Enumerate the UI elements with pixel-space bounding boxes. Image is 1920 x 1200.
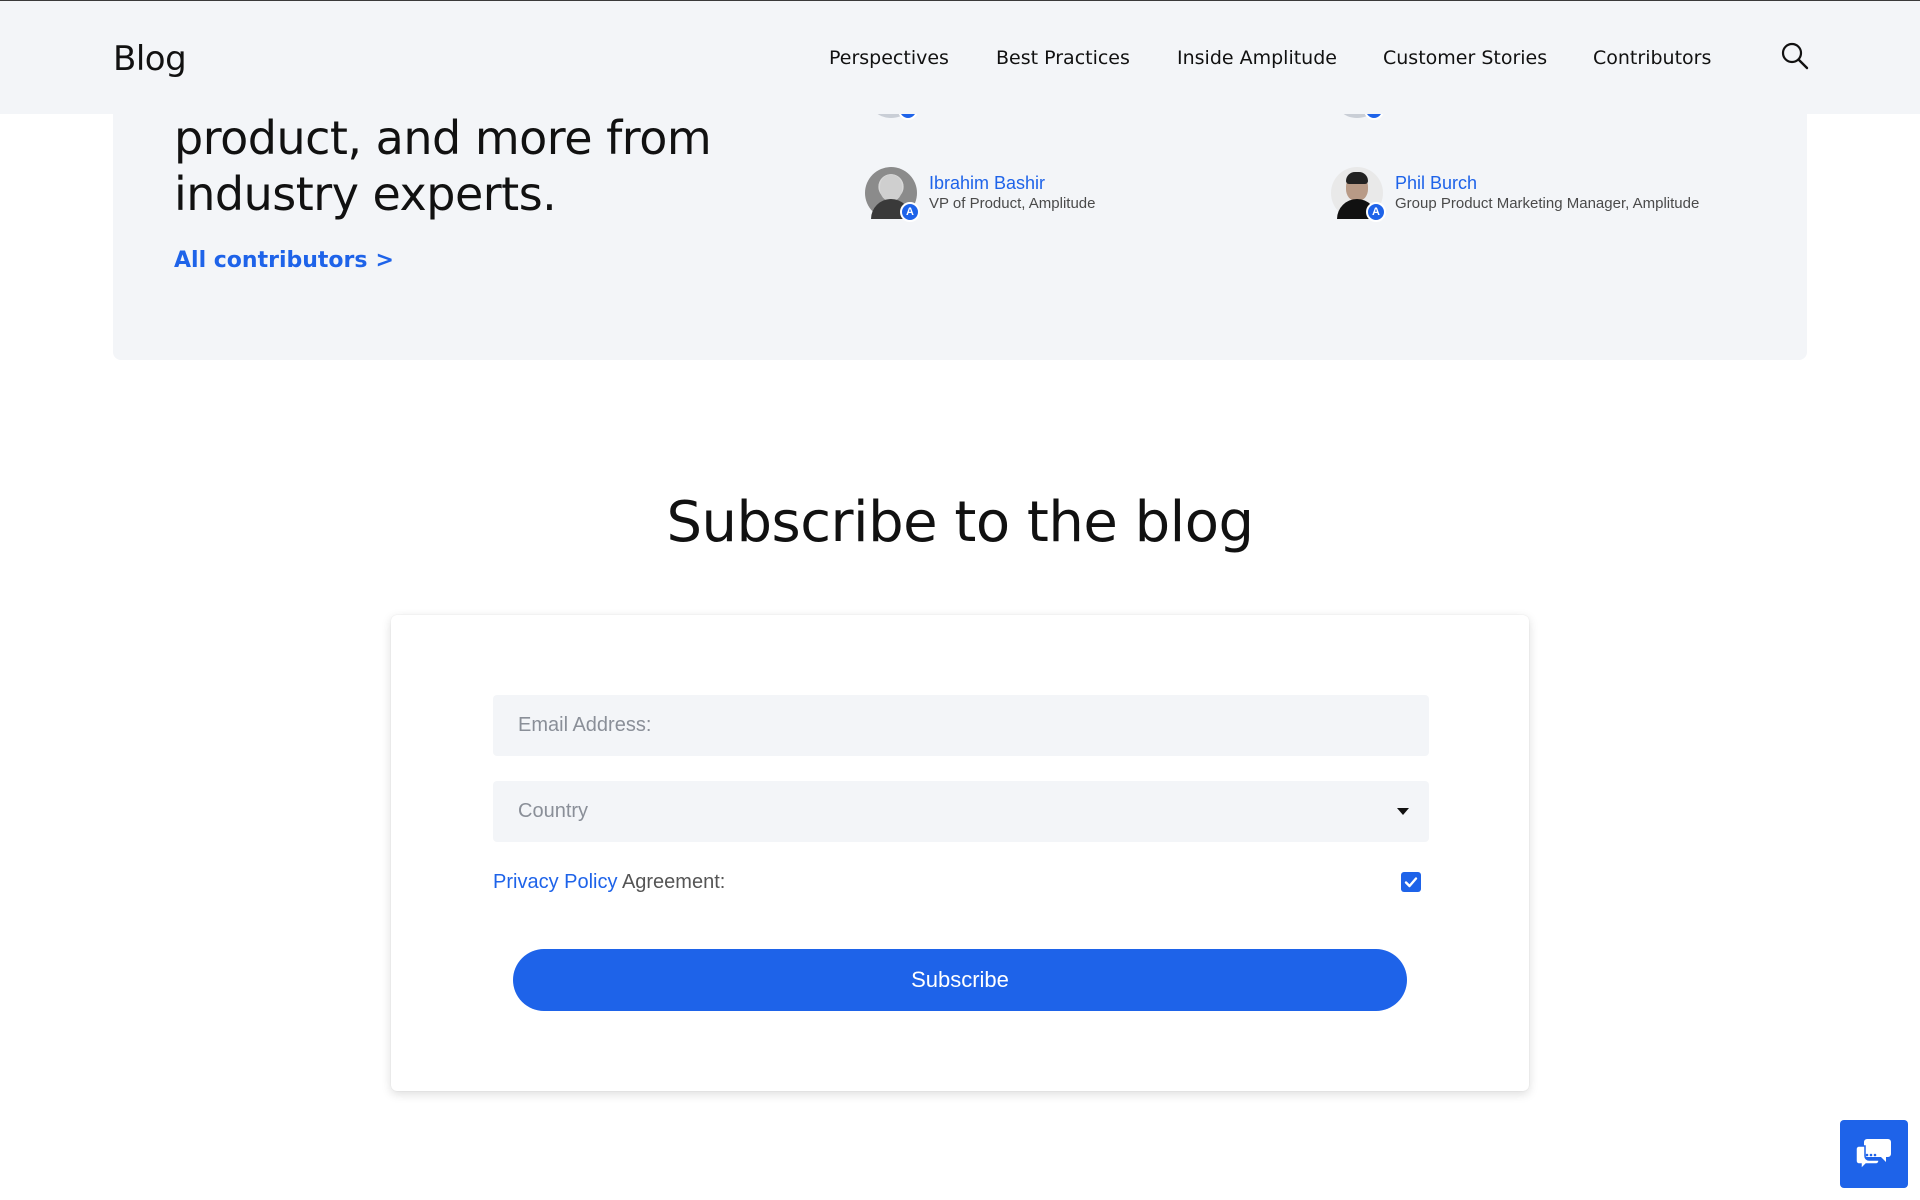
- heading-line: product, and more from: [174, 111, 712, 165]
- page: product, and more from industry experts.…: [0, 0, 1920, 1200]
- heading-line: industry experts.: [174, 167, 557, 221]
- site-header: Blog Perspectives Best Practices Inside …: [0, 0, 1920, 114]
- nav-inside-amplitude[interactable]: Inside Amplitude: [1177, 47, 1337, 69]
- chat-widget-button[interactable]: [1840, 1120, 1908, 1188]
- agreement-text: Agreement:: [617, 871, 726, 893]
- nav-best-practices[interactable]: Best Practices: [996, 47, 1130, 69]
- amplitude-badge-icon: A: [900, 202, 920, 222]
- all-contributors-label: All contributors: [174, 248, 368, 273]
- all-contributors-link[interactable]: All contributors >: [174, 248, 394, 273]
- avatar-head: [880, 175, 902, 201]
- chat-bubbles-icon: [1856, 1139, 1891, 1171]
- amplitude-badge-icon: A: [1366, 202, 1386, 222]
- subscribe-title: Subscribe to the blog: [666, 490, 1254, 555]
- email-field[interactable]: [493, 695, 1429, 756]
- search-icon[interactable]: [1780, 41, 1810, 71]
- checkmark-icon: [1404, 877, 1418, 888]
- caret-down-icon: [1397, 808, 1409, 815]
- contributor-name[interactable]: Phil Burch: [1395, 172, 1699, 194]
- contributor-name[interactable]: Ibrahim Bashir: [929, 172, 1096, 194]
- avatar[interactable]: A: [865, 167, 920, 222]
- contributor-info: Phil Burch Group Product Marketing Manag…: [1395, 172, 1699, 214]
- country-select[interactable]: Country: [493, 781, 1429, 842]
- nav-customer-stories[interactable]: Customer Stories: [1383, 47, 1547, 69]
- contributors-heading: product, and more from industry experts.: [174, 110, 712, 222]
- contributor-role: Group Product Marketing Manager, Amplitu…: [1395, 195, 1700, 212]
- subscribe-form: Country Privacy Policy Agreement: Subscr…: [391, 615, 1529, 1091]
- privacy-agreement-label: Privacy Policy Agreement:: [493, 871, 725, 894]
- blog-logo[interactable]: Blog: [113, 39, 187, 79]
- avatar[interactable]: A: [1331, 167, 1386, 222]
- subscribe-button[interactable]: Subscribe: [513, 949, 1407, 1011]
- contributor-role: VP of Product, Amplitude: [929, 195, 1096, 212]
- country-placeholder: Country: [518, 800, 589, 822]
- avatar-hair: [1346, 172, 1368, 184]
- contributor-card[interactable]: A Ibrahim Bashir VP of Product, Amplitud…: [865, 167, 1096, 222]
- nav-perspectives[interactable]: Perspectives: [829, 47, 949, 69]
- chevron-right-icon: >: [375, 248, 394, 273]
- privacy-agreement-checkbox[interactable]: [1401, 872, 1421, 892]
- contributor-info: Ibrahim Bashir VP of Product, Amplitude: [929, 172, 1096, 214]
- contributor-card[interactable]: A Phil Burch Group Product Marketing Man…: [1331, 167, 1699, 222]
- privacy-policy-link[interactable]: Privacy Policy: [493, 871, 617, 893]
- nav-contributors[interactable]: Contributors: [1593, 47, 1711, 69]
